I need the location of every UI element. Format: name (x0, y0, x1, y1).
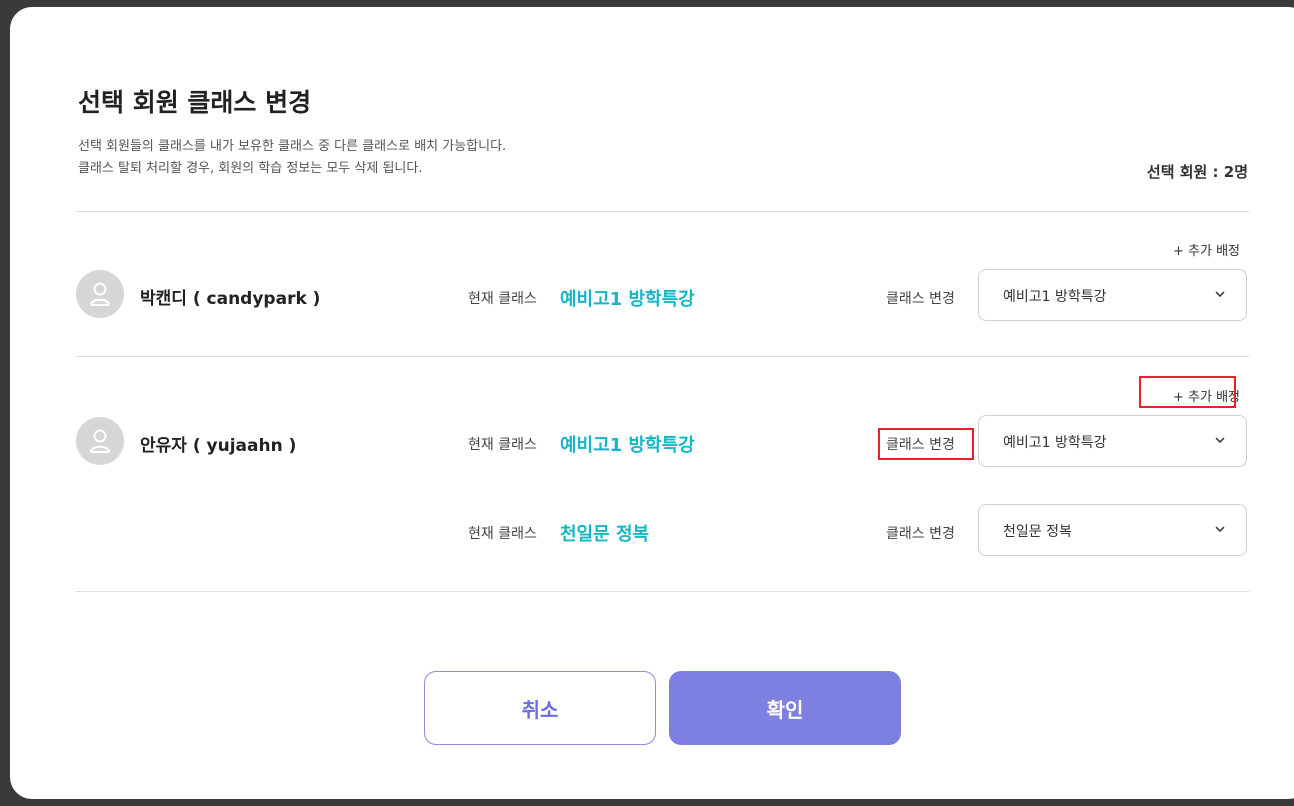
member-avatar (76, 417, 124, 465)
highlight-box (878, 428, 974, 460)
selected-member-count: 선택 회원 : 2명 (1146, 163, 1248, 181)
current-class-label: 현재 클래스 (468, 291, 537, 307)
description-line-2: 클래스 탈퇴 처리할 경우, 회원의 학습 정보는 모두 삭제 됩니다. (78, 161, 423, 176)
current-class-label: 현재 클래스 (468, 437, 537, 453)
add-assign-button[interactable]: + 추가 배정 (1173, 240, 1240, 259)
class-select-value: 예비고1 방학특강 (1003, 435, 1107, 451)
dialog-description: 선택 회원들의 클래스를 내가 보유한 클래스 중 다른 클래스로 배치 가능합… (78, 136, 506, 180)
current-class-value: 예비고1 방학특강 (560, 289, 695, 310)
divider (76, 591, 1249, 592)
user-icon (90, 429, 110, 453)
change-class-label: 클래스 변경 (886, 526, 955, 542)
chevron-down-icon (1215, 526, 1225, 532)
member-name: 안유자 ( yujaahn ) (140, 436, 297, 456)
current-class-value: 예비고1 방학특강 (560, 435, 695, 456)
current-class-value: 천일문 정복 (560, 524, 650, 545)
member-avatar (76, 270, 124, 318)
class-select-value: 예비고1 방학특강 (1003, 289, 1107, 305)
chevron-down-icon (1215, 437, 1225, 443)
chevron-down-icon (1215, 291, 1225, 297)
class-select-dropdown[interactable]: 천일문 정복 (978, 504, 1247, 556)
change-class-dialog: 선택 회원 클래스 변경 선택 회원들의 클래스를 내가 보유한 클래스 중 다… (10, 7, 1294, 799)
divider (76, 356, 1249, 357)
current-class-label: 현재 클래스 (468, 526, 537, 542)
class-select-dropdown[interactable]: 예비고1 방학특강 (978, 269, 1247, 321)
highlight-box (1139, 376, 1236, 408)
change-class-label: 클래스 변경 (886, 291, 955, 307)
description-line-1: 선택 회원들의 클래스를 내가 보유한 클래스 중 다른 클래스로 배치 가능합… (78, 139, 507, 154)
confirm-button[interactable]: 확인 (669, 671, 901, 745)
dialog-title: 선택 회원 클래스 변경 (78, 88, 312, 117)
cancel-button[interactable]: 취소 (424, 671, 656, 745)
user-icon (90, 282, 110, 306)
class-select-value: 천일문 정복 (1003, 524, 1072, 540)
member-name: 박캔디 ( candypark ) (140, 289, 321, 309)
class-select-dropdown[interactable]: 예비고1 방학특강 (978, 415, 1247, 467)
divider (76, 211, 1249, 212)
